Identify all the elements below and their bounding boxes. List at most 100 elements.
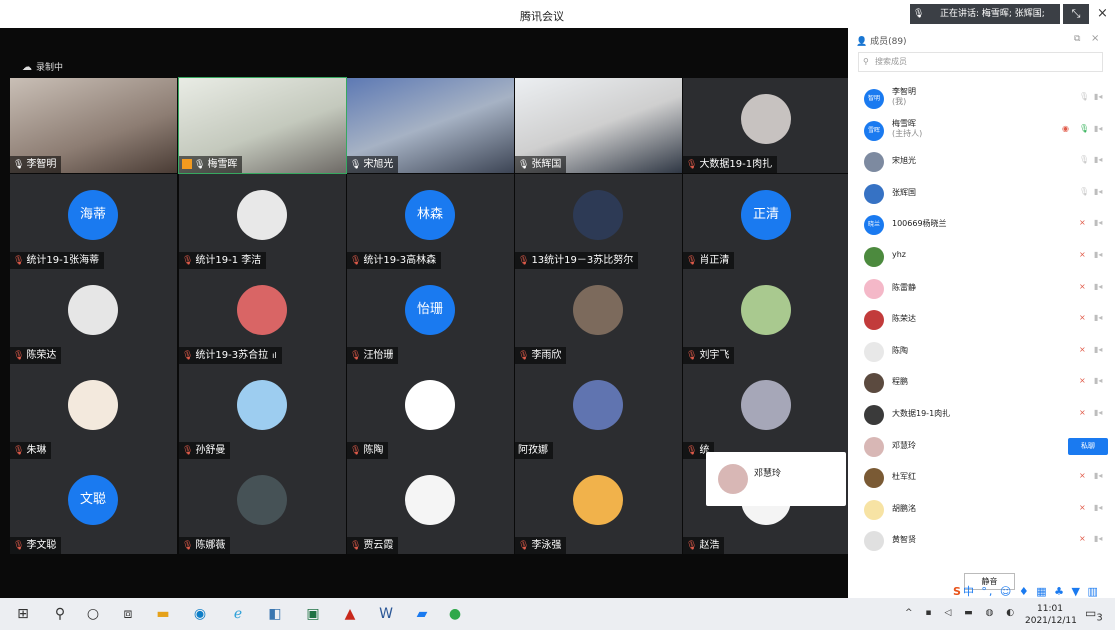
member-hover-card[interactable]: 邓慧玲 bbox=[706, 452, 846, 506]
video-tile[interactable]: 🎙 李泳强 bbox=[515, 459, 682, 554]
mic-muted-icon[interactable]: ⨯ bbox=[1079, 376, 1086, 385]
participant-name: 13统计19－3苏比努尔 bbox=[531, 255, 634, 266]
mic-muted-icon[interactable]: ⨯ bbox=[1079, 218, 1086, 227]
camera-icon[interactable]: ▮◂ bbox=[1094, 187, 1102, 196]
video-tile[interactable]: 🎙 统计19-1 李洁 bbox=[179, 174, 346, 269]
video-tile[interactable]: 🎙 刘宇飞 bbox=[683, 269, 850, 364]
popout-icon[interactable]: ⧉ bbox=[1074, 34, 1080, 44]
video-tile[interactable]: 🎙 大数据19-1肉扎 bbox=[683, 78, 850, 173]
member-row[interactable]: 陈陶 ⨯ ▮◂ bbox=[848, 336, 1115, 367]
camera-icon[interactable]: ▮◂ bbox=[1094, 471, 1102, 480]
word-icon[interactable]: W bbox=[376, 604, 396, 624]
private-chat-button[interactable]: 私聊 bbox=[1068, 437, 1108, 455]
title-bar: 腾讯会议 🎙 正在讲话: 梅雪晖; 张辉国; ⤡ × bbox=[0, 0, 1115, 28]
member-row[interactable]: 宋旭光 🎙 ▮◂ bbox=[848, 146, 1115, 177]
mic-icon: 🎙 bbox=[350, 160, 362, 170]
video-tile[interactable]: 🎙 陈荣达 bbox=[10, 269, 177, 364]
avatar bbox=[68, 285, 118, 335]
video-tile[interactable]: 🎙 13统计19－3苏比努尔 bbox=[515, 174, 682, 269]
member-row[interactable]: 杜军红 ⨯ ▮◂ bbox=[848, 462, 1115, 493]
app-icon[interactable]: ◧ bbox=[265, 604, 285, 624]
tencent-meeting-icon[interactable]: ▰ bbox=[412, 604, 432, 624]
mic-muted-icon[interactable]: ⨯ bbox=[1079, 471, 1086, 480]
video-tile[interactable]: 林森 🎙 统计19-3高林森 bbox=[347, 174, 514, 269]
camera-icon[interactable]: ▮◂ bbox=[1094, 534, 1102, 543]
video-tile[interactable]: 阿孜娜 bbox=[515, 364, 682, 459]
mic-muted-icon[interactable]: ⨯ bbox=[1079, 250, 1086, 259]
mic-icon[interactable]: 🎙 bbox=[1079, 92, 1089, 101]
video-tile[interactable]: 🎙 李雨欣 bbox=[515, 269, 682, 364]
mic-icon[interactable]: 🎙 bbox=[1079, 155, 1089, 164]
file-explorer-icon[interactable]: ▬ bbox=[153, 604, 173, 624]
camera-icon[interactable]: ▮◂ bbox=[1094, 376, 1102, 385]
camera-icon[interactable]: ▮◂ bbox=[1094, 218, 1102, 227]
video-tile[interactable]: 正清 🎙 肖正清 bbox=[683, 174, 850, 269]
video-tile[interactable]: 🎙 统 bbox=[683, 364, 850, 459]
avatar: 林森 bbox=[405, 190, 455, 240]
video-tile[interactable]: 海蒂 🎙 统计19-1张海蒂 bbox=[10, 174, 177, 269]
video-tile[interactable]: 🎙 李智明 bbox=[10, 78, 177, 173]
participant-name: 统计19-1 李洁 bbox=[195, 255, 262, 266]
video-tile[interactable]: 🎙 陈娜薇 bbox=[179, 459, 346, 554]
system-tray[interactable]: ^ ▪ ◁ ▬ ◍ ◐ bbox=[905, 608, 1019, 618]
mic-muted-icon[interactable]: ⨯ bbox=[1079, 408, 1086, 417]
video-tile[interactable]: 怡珊 🎙 汪怡珊 bbox=[347, 269, 514, 364]
member-row[interactable]: 智明 李智明 (我) 🎙 ▮◂ bbox=[848, 83, 1115, 114]
member-row[interactable]: 晓兰 100669杨晓兰 ⨯ ▮◂ bbox=[848, 209, 1115, 240]
members-panel: 👤 成员(89) ⧉ × ⚲ 搜索成员 智明 李智明 (我) 🎙 ▮◂ 雪晖 梅雪晖 (主持人)… bbox=[848, 28, 1115, 598]
mic-muted-icon[interactable]: ⨯ bbox=[1079, 503, 1086, 512]
member-row[interactable]: 程鹏 ⨯ ▮◂ bbox=[848, 367, 1115, 398]
exit-fullscreen-button[interactable]: ⤡ bbox=[1063, 4, 1089, 24]
video-tile[interactable]: 🎙 统计19-3苏合拉 ıl bbox=[179, 269, 346, 364]
member-row[interactable]: 张辉国 🎙 ▮◂ bbox=[848, 178, 1115, 209]
member-row[interactable]: 陈荣达 ⨯ ▮◂ bbox=[848, 304, 1115, 335]
mic-muted-icon[interactable]: ⨯ bbox=[1079, 534, 1086, 543]
edge-icon[interactable]: ◉ bbox=[190, 604, 210, 624]
video-tile[interactable]: 🎙 贾云霞 bbox=[347, 459, 514, 554]
mic-icon[interactable]: 🎙 bbox=[1079, 187, 1089, 196]
camera-icon[interactable]: ▮◂ bbox=[1094, 345, 1102, 354]
wechat-icon[interactable]: ● bbox=[445, 604, 465, 624]
windows-start-icon[interactable]: ⊞ bbox=[13, 604, 33, 624]
notification-icon[interactable]: ▭3 bbox=[1085, 606, 1103, 623]
member-row[interactable]: 邓慧玲 私聊 bbox=[848, 431, 1115, 462]
video-tile[interactable]: 🎙 梅雪晖 bbox=[178, 77, 347, 174]
camera-icon[interactable]: ▮◂ bbox=[1094, 313, 1102, 322]
task-view-icon[interactable]: ⧈ bbox=[118, 604, 138, 624]
mic-muted-icon: 🎙 bbox=[518, 256, 530, 266]
speaking-text: 正在讲话: 梅雪晖; 张辉国; bbox=[940, 9, 1045, 19]
ie-icon[interactable]: ℯ bbox=[228, 604, 248, 624]
search-icon[interactable]: ⚲ bbox=[50, 604, 70, 624]
mic-muted-icon[interactable]: ⨯ bbox=[1079, 282, 1086, 291]
mic-muted-icon[interactable]: ⨯ bbox=[1079, 345, 1086, 354]
member-row[interactable]: yhz ⨯ ▮◂ bbox=[848, 241, 1115, 272]
video-tile[interactable]: 文聪 🎙 李文聪 bbox=[10, 459, 177, 554]
mic-icon[interactable]: 🎙 bbox=[1079, 124, 1089, 133]
excel-icon[interactable]: ▣ bbox=[303, 604, 323, 624]
video-tile[interactable]: 🎙 陈陶 bbox=[347, 364, 514, 459]
camera-icon[interactable]: ▮◂ bbox=[1094, 408, 1102, 417]
camera-icon[interactable]: ▮◂ bbox=[1094, 124, 1102, 133]
mic-muted-icon[interactable]: ⨯ bbox=[1079, 313, 1086, 322]
camera-icon[interactable]: ▮◂ bbox=[1094, 282, 1102, 291]
close-button[interactable]: × bbox=[1097, 6, 1108, 21]
member-row[interactable]: 黄智贤 ⨯ ▮◂ bbox=[848, 525, 1115, 556]
video-tile[interactable]: 🎙 孙舒曼 bbox=[179, 364, 346, 459]
pdf-icon[interactable]: ▲ bbox=[340, 604, 360, 624]
member-row[interactable]: 雪晖 梅雪晖 (主持人) ◉ 🎙 ▮◂ bbox=[848, 115, 1115, 146]
camera-icon[interactable]: ▮◂ bbox=[1094, 503, 1102, 512]
member-row[interactable]: 陈雷静 ⨯ ▮◂ bbox=[848, 273, 1115, 304]
camera-icon[interactable]: ▮◂ bbox=[1094, 250, 1102, 259]
mic-muted-icon: 🎙 bbox=[686, 351, 698, 361]
camera-icon[interactable]: ▮◂ bbox=[1094, 155, 1102, 164]
clock[interactable]: 11:01 2021/12/11 bbox=[1025, 603, 1077, 627]
video-tile[interactable]: 🎙 朱琳 bbox=[10, 364, 177, 459]
member-row[interactable]: 大数据19-1肉扎 ⨯ ▮◂ bbox=[848, 399, 1115, 430]
video-tile[interactable]: 🎙 张辉国 bbox=[515, 78, 682, 173]
search-input[interactable]: ⚲ 搜索成员 bbox=[858, 52, 1103, 72]
cortana-icon[interactable]: ○ bbox=[83, 604, 103, 624]
video-tile[interactable]: 🎙 宋旭光 bbox=[347, 78, 514, 173]
camera-icon[interactable]: ▮◂ bbox=[1094, 92, 1102, 101]
member-row[interactable]: 胡鹏洺 ⨯ ▮◂ bbox=[848, 494, 1115, 525]
close-panel-icon[interactable]: × bbox=[1091, 33, 1099, 44]
